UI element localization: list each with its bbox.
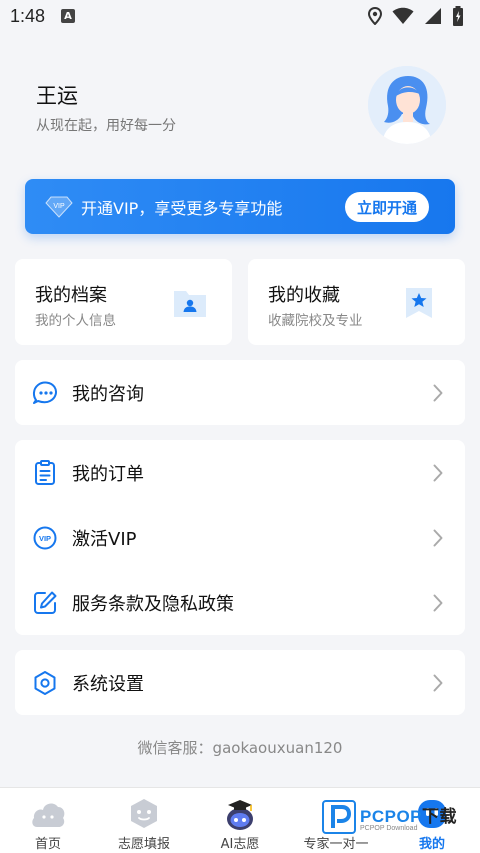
menu-label-activate-vip: 激活VIP: [72, 528, 137, 550]
pcpop-logo: [322, 800, 356, 834]
my-favorites-card[interactable]: 我的收藏 收藏院校及专业: [248, 259, 465, 345]
nav-fill[interactable]: 志愿填报: [96, 788, 192, 853]
user-slogan: 从现在起，用好每一分: [36, 118, 176, 134]
avatar[interactable]: [368, 66, 446, 144]
wifi-icon: [392, 7, 414, 24]
menu-label-consult: 我的咨询: [72, 383, 144, 405]
user-name: 王运: [36, 84, 78, 108]
chat-bubble-icon: [32, 381, 57, 404]
nav-home[interactable]: 首页: [0, 788, 96, 853]
chevron-right-icon: [433, 464, 443, 482]
menu-label-settings: 系统设置: [72, 673, 144, 695]
vip-banner[interactable]: VIP 开通VIP，享受更多专享功能 立即开通: [25, 179, 455, 234]
chevron-right-icon: [433, 594, 443, 612]
my-archive-title: 我的档案: [35, 285, 107, 306]
my-archive-card[interactable]: 我的档案 我的个人信息: [15, 259, 232, 345]
menu-label-orders: 我的订单: [72, 463, 144, 485]
edit-document-icon: [34, 591, 57, 614]
pcpop-logo-icon: [331, 805, 352, 828]
menu-item-terms[interactable]: 服务条款及隐私政策: [15, 570, 465, 635]
status-time: 1:48: [10, 5, 46, 26]
cloud-home-icon: [32, 803, 65, 827]
settings-hexagon-icon: [34, 670, 56, 695]
pcpop-wordmark: PCPOP下载 PCPOP Download: [360, 802, 457, 832]
vip-badge-icon: VIP: [33, 526, 57, 549]
vip-diamond-icon: VIP: [45, 196, 73, 218]
pcpop-brand: PCPOP: [360, 807, 423, 826]
my-favorites-subtitle: 收藏院校及专业: [268, 313, 363, 329]
my-favorites-title: 我的收藏: [268, 285, 340, 306]
account-menu-card: 我的订单 VIP 激活VIP 服务条款及隐私政策: [15, 440, 465, 635]
nav-ai[interactable]: AI志愿: [192, 788, 288, 853]
nav-label-home: 首页: [34, 837, 61, 852]
notification-icon: A: [61, 9, 76, 23]
consult-card: 我的咨询: [15, 360, 465, 425]
bookmark-star-icon: [406, 288, 432, 318]
menu-item-orders[interactable]: 我的订单: [15, 440, 465, 505]
my-archive-subtitle: 我的个人信息: [35, 313, 116, 329]
vip-diamond-label: VIP: [53, 203, 65, 210]
menu-label-terms: 服务条款及隐私政策: [72, 593, 234, 615]
menu-item-settings[interactable]: 系统设置: [15, 650, 465, 715]
status-icons: [368, 6, 464, 26]
profile-header[interactable]: 王运 从现在起，用好每一分: [0, 60, 480, 160]
wechat-service-contact: 微信客服：gaokaouxuan120: [137, 739, 343, 757]
chevron-right-icon: [433, 529, 443, 547]
menu-item-consult[interactable]: 我的咨询: [15, 360, 465, 425]
vip-banner-text: 开通VIP，享受更多专享功能: [81, 198, 283, 218]
settings-card: 系统设置: [15, 650, 465, 715]
pcpop-watermark: PCPOP下载 PCPOP Download: [322, 797, 474, 837]
location-icon: [368, 7, 382, 25]
signal-icon: [425, 8, 441, 24]
profile-folder-icon: [174, 291, 206, 317]
avatar-icon: [368, 66, 446, 144]
vip-badge-label: VIP: [39, 534, 51, 543]
nav-label-fill: 志愿填报: [117, 837, 170, 852]
chevron-right-icon: [433, 674, 443, 692]
ai-robot-graduate-icon: [227, 800, 253, 830]
pcpop-download: 下载: [422, 807, 458, 826]
open-vip-button[interactable]: 立即开通: [344, 192, 429, 222]
nav-label-ai: AI志愿: [220, 837, 260, 852]
clipboard-icon: [35, 459, 55, 485]
status-bar: 1:48 A: [0, 0, 480, 32]
robot-hex-icon: [131, 799, 157, 828]
menu-item-activate-vip[interactable]: VIP 激活VIP: [15, 505, 465, 570]
chevron-right-icon: [433, 384, 443, 402]
battery-icon: [453, 6, 463, 26]
